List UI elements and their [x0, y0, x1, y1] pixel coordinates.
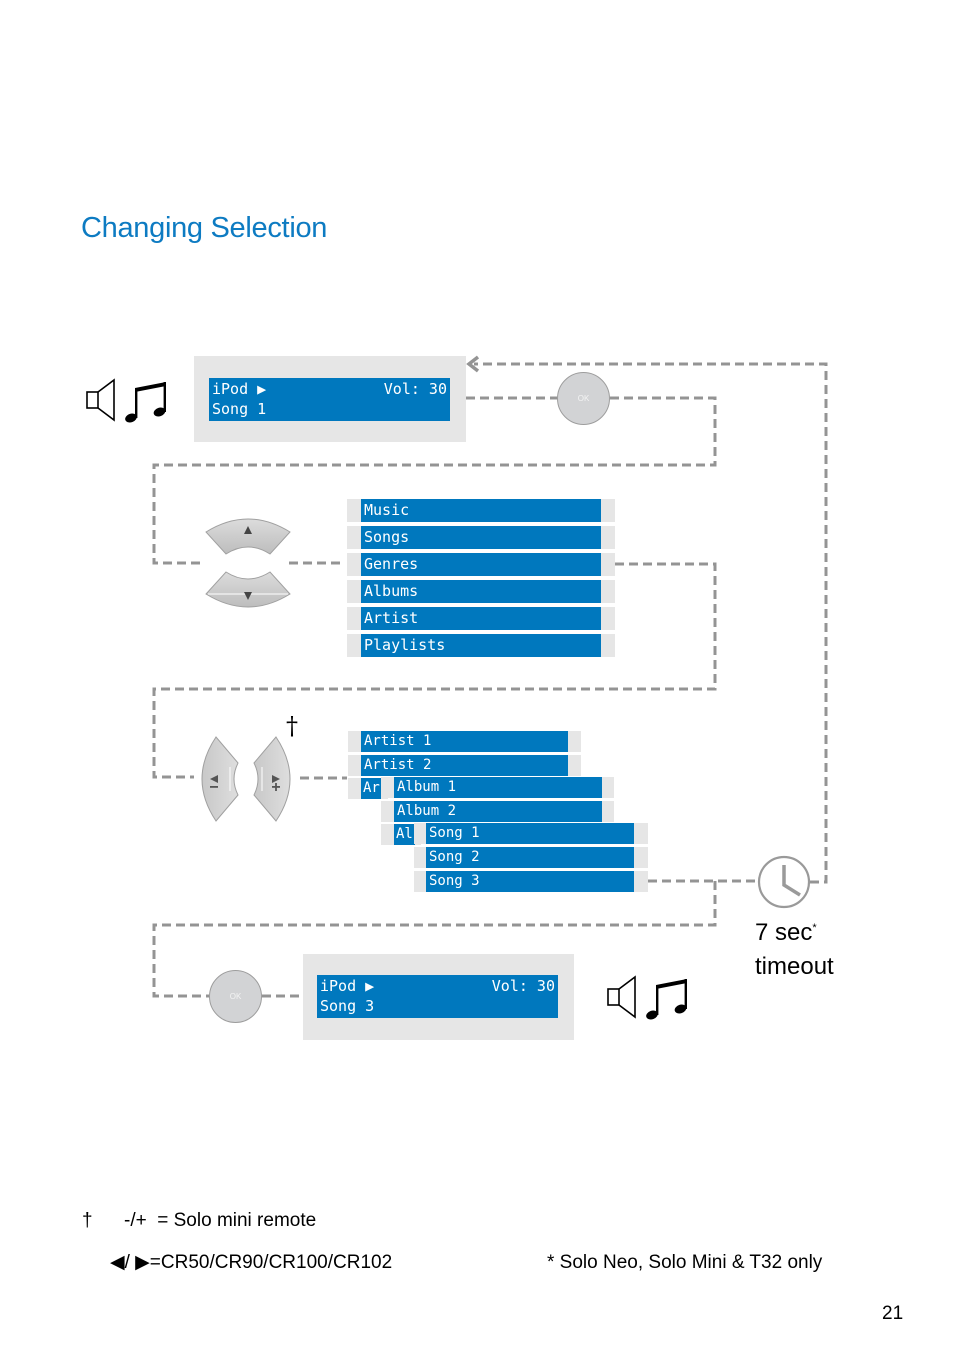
- album-item[interactable]: Album 1: [381, 777, 614, 798]
- menu-item[interactable]: Genres: [347, 553, 615, 576]
- timeout-label: 7 sec* timeout: [755, 911, 834, 984]
- menu-item-label: Music: [361, 499, 601, 522]
- menu-item-label: Genres: [361, 553, 601, 576]
- page-number: 21: [882, 1303, 904, 1324]
- album-item[interactable]: Album 2: [381, 801, 614, 822]
- album-label: Al: [394, 824, 415, 845]
- lcd-screen-1: iPod ▶ Vol: 30 Song 1: [209, 378, 450, 421]
- song-label: Song 1: [426, 823, 634, 844]
- minus-icon: [210, 786, 218, 788]
- lcd-volume: Vol: 30: [383, 380, 447, 398]
- song-item[interactable]: Song 2: [414, 847, 648, 868]
- lcd-track: Song 3: [320, 997, 375, 1015]
- song-label: Song 2: [426, 847, 634, 868]
- playback-icons: [607, 975, 687, 1020]
- left-button[interactable]: [201, 736, 239, 822]
- right-button[interactable]: [253, 736, 291, 822]
- song-label: Song 3: [426, 871, 634, 892]
- clock-icon: [757, 855, 811, 909]
- menu-item[interactable]: Songs: [347, 526, 615, 549]
- footnote-dagger-symbol: †: [82, 1210, 93, 1231]
- artist-item[interactable]: Artist 1: [348, 731, 581, 752]
- menu-item-label: Playlists: [361, 634, 601, 657]
- menu-item[interactable]: Artist: [347, 607, 615, 630]
- playback-icons: [86, 378, 166, 423]
- lcd-display-panel-1: iPod ▶ Vol: 30 Song 1: [194, 356, 466, 442]
- up-button[interactable]: [205, 518, 291, 555]
- menu-item[interactable]: Playlists: [347, 634, 615, 657]
- song-item[interactable]: Song 3: [414, 871, 648, 892]
- lcd-track: Song 1: [212, 400, 267, 418]
- dagger-mark: †: [286, 712, 298, 740]
- menu-item-label: Songs: [361, 526, 601, 549]
- asterisk-mark: *: [812, 922, 817, 934]
- footnote-cr-remotes: ◀/ ▶=CR50/CR90/CR100/CR102: [110, 1252, 393, 1273]
- timeout-duration: 7 sec: [755, 919, 813, 946]
- menu-item-label: Albums: [361, 580, 601, 603]
- footnote-solo-mini-remote: -/+ = Solo mini remote: [124, 1210, 317, 1231]
- flow-connectors: [152, 355, 828, 998]
- music-note-icon: [125, 382, 166, 423]
- artist-label: Artist 2: [361, 755, 568, 776]
- song-item[interactable]: Song 1: [414, 823, 648, 844]
- up-down-buttons: [205, 518, 291, 608]
- lcd-volume: Vol: 30: [491, 977, 555, 995]
- album-label: Album 1: [394, 777, 602, 798]
- lcd-source: iPod ▶: [320, 977, 375, 995]
- speaker-icon: [607, 975, 636, 1019]
- timeout-word: timeout: [755, 953, 834, 980]
- left-right-buttons: [201, 736, 291, 822]
- artist-label: Ar: [361, 778, 381, 799]
- menu-item-label: Artist: [361, 607, 601, 630]
- music-note-icon: [646, 979, 687, 1020]
- lcd-source: iPod ▶: [212, 380, 267, 398]
- artist-label: Artist 1: [361, 731, 568, 752]
- footnote-models: * Solo Neo, Solo Mini & T32 only: [547, 1252, 823, 1273]
- lcd-screen-2: iPod ▶ Vol: 30 Song 3: [317, 975, 558, 1018]
- ok-button[interactable]: OK: [557, 372, 610, 425]
- ok-button[interactable]: OK: [209, 970, 262, 1023]
- lcd-display-panel-2: iPod ▶ Vol: 30 Song 3: [303, 954, 574, 1040]
- album-label: Album 2: [394, 801, 602, 822]
- down-button[interactable]: [205, 571, 291, 608]
- menu-item[interactable]: Music: [347, 499, 615, 522]
- speaker-icon: [86, 378, 115, 422]
- menu-item[interactable]: Albums: [347, 580, 615, 603]
- artist-item[interactable]: Artist 2: [348, 755, 581, 776]
